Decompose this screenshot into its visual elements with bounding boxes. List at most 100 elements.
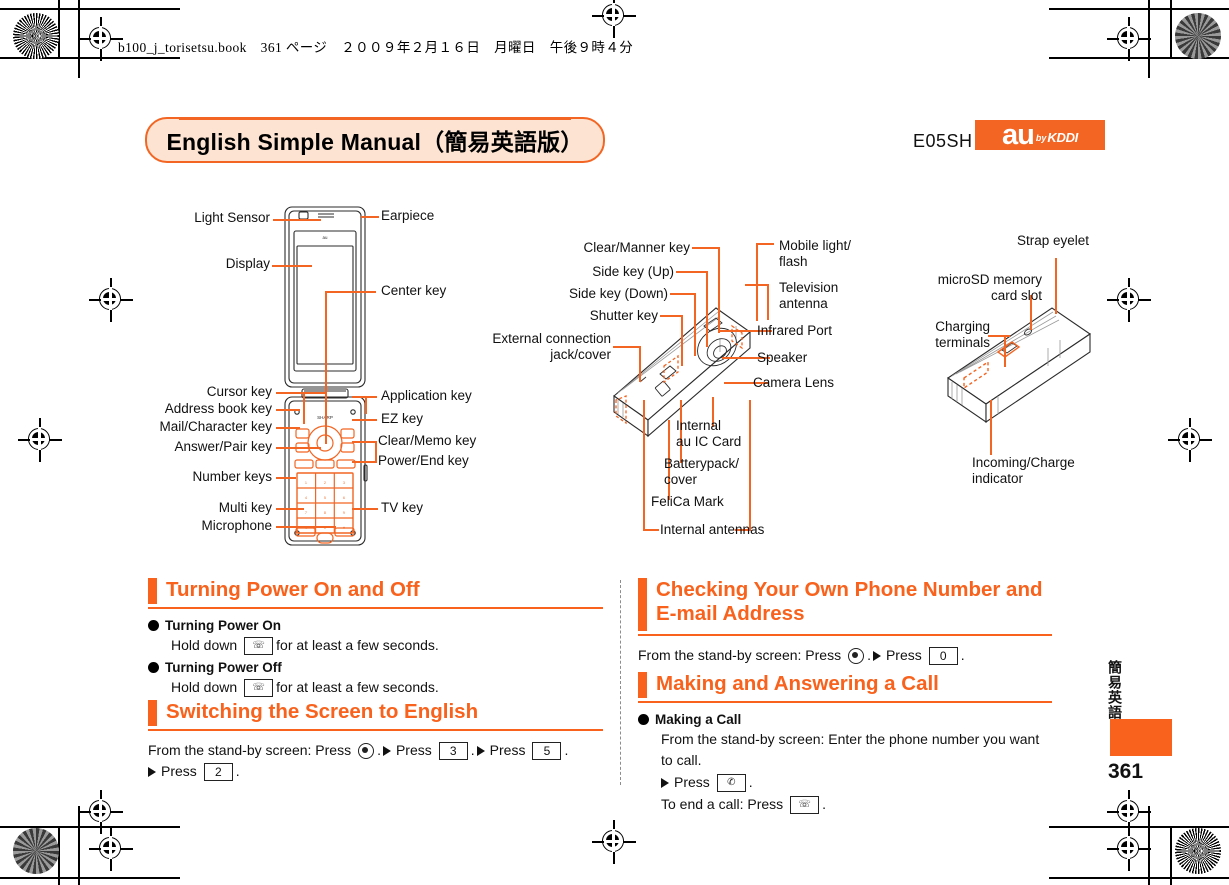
step-arrow-icon <box>661 777 669 788</box>
section-making-call: Making and Answering a Call Making a Cal… <box>638 672 1052 815</box>
bullet-making-a-call: Making a Call <box>638 712 1052 727</box>
starburst-mark <box>13 13 59 59</box>
leader-line <box>767 284 769 320</box>
center-key-icon <box>358 742 375 759</box>
instruction-text: Hold down <box>171 636 238 653</box>
press-label: Press <box>489 741 526 758</box>
leader-line <box>990 400 992 455</box>
leader-line <box>1055 258 1057 314</box>
label-internal-antennas: Internal antennas <box>660 522 765 537</box>
label-shutter-key: Shutter key <box>589 308 658 323</box>
registration-mark <box>1107 827 1151 871</box>
section-heading-row: Checking Your Own Phone Number and E-mai… <box>638 578 1052 631</box>
leader-line <box>352 419 377 421</box>
leader-line <box>718 247 720 333</box>
section-heading-check-number: Checking Your Own Phone Number and E-mai… <box>656 578 1043 626</box>
instruction-text: for at least a few seconds. <box>276 679 439 696</box>
center-key-icon <box>848 647 865 664</box>
leader-line <box>272 265 312 267</box>
registration-mark <box>1107 278 1151 322</box>
label-address-book-key: Address book key <box>164 401 272 416</box>
number-key-2-icon: 2 <box>203 763 233 782</box>
heading-rule <box>148 729 603 731</box>
registration-mark <box>592 820 636 864</box>
label-power-end-key: Power/End key <box>378 453 469 468</box>
making-call-line3: To end a call: Press ☏. <box>661 794 1052 816</box>
heading-rule <box>638 634 1052 636</box>
heading-bar <box>148 700 157 726</box>
leader-line <box>639 346 641 382</box>
registration-mark <box>1107 17 1151 61</box>
au-kddi-logo: au by KDDI <box>975 120 1105 150</box>
page-number: 361 <box>1108 760 1144 783</box>
leader-line <box>352 508 378 510</box>
number-key-0-icon: 0 <box>928 646 958 665</box>
label-charging-terminals: Charging terminals <box>935 319 990 350</box>
leader-line <box>1004 336 1006 367</box>
label-light-sensor: Light Sensor <box>194 210 270 225</box>
leader-line <box>756 243 758 321</box>
model-code: E05SH <box>913 131 973 151</box>
leader-line <box>276 392 325 394</box>
making-call-line1: From the stand-by screen: Enter the phon… <box>661 730 1040 769</box>
label-clear-memo-key: Clear/Memo key <box>378 433 477 448</box>
crop-mark <box>0 877 180 879</box>
svg-text:4: 4 <box>305 496 307 500</box>
registration-mark <box>592 0 636 38</box>
leader-line <box>676 271 708 273</box>
au-logo-by: by <box>1035 133 1047 143</box>
label-side-key-up: Side key (Up) <box>592 264 674 279</box>
heading-bar <box>148 578 157 604</box>
bullet-turning-power-on: Turning Power On <box>148 618 603 633</box>
label-infrared-port: Infrared Port <box>757 323 833 338</box>
label-microsd-slot: microSD memory card slot <box>937 272 1042 303</box>
label-side-key-down: Side key (Down) <box>568 286 668 301</box>
section-switching-english: Switching the Screen to English From the… <box>148 700 603 783</box>
instruction-text: From the stand-by screen: Press <box>148 741 352 758</box>
svg-text:8: 8 <box>324 511 326 515</box>
page-title: English Simple Manual（簡易英語版） <box>166 128 584 155</box>
leader-line <box>660 315 683 317</box>
svg-text:7: 7 <box>305 511 307 515</box>
leader-line <box>692 247 720 249</box>
leader-line <box>276 508 304 510</box>
bullet-label: Turning Power On <box>165 617 281 633</box>
label-application-key: Application key <box>381 388 472 403</box>
section-heading-making-call: Making and Answering a Call <box>656 672 939 695</box>
leader-line <box>613 346 641 348</box>
number-key-3-icon: 3 <box>438 741 468 760</box>
leader-line <box>670 293 696 295</box>
leader-line <box>694 293 696 356</box>
instruction-text: for at least a few seconds. <box>276 636 439 653</box>
label-earpiece: Earpiece <box>381 208 435 223</box>
switch-english-instruction-line2: Press 2. <box>148 761 603 783</box>
leader-line <box>681 315 683 366</box>
label-tv-key: TV key <box>381 500 424 515</box>
leader-line <box>745 284 769 286</box>
label-ez-key: EZ key <box>381 411 424 426</box>
leader-line <box>352 461 377 463</box>
crop-mark <box>0 8 180 10</box>
bullet-turning-power-off: Turning Power Off <box>148 660 603 675</box>
leader-line <box>361 216 379 218</box>
crop-mark <box>1170 0 1172 58</box>
svg-text:au: au <box>323 235 328 240</box>
press-label: Press <box>395 741 432 758</box>
leader-line <box>352 441 377 443</box>
vertical-chapter-tab: 簡易英語 <box>1107 660 1123 720</box>
switch-english-instruction: From the stand-by screen: Press . Press … <box>148 740 603 762</box>
svg-text:5: 5 <box>324 496 326 500</box>
label-camera-lens: Camera Lens <box>753 375 835 390</box>
power-end-key-icon: ☏ <box>244 679 274 698</box>
section-turning-power: Turning Power On and Off Turning Power O… <box>148 578 603 699</box>
label-felica-mark: FeliCa Mark <box>651 494 724 509</box>
leader-line <box>706 271 708 347</box>
label-mobile-light-flash: Mobile light/ flash <box>779 238 852 269</box>
kddi-logo-text: KDDI <box>1047 130 1078 145</box>
label-television-antenna: Television antenna <box>779 280 839 311</box>
leader-line <box>643 400 645 530</box>
power-off-instruction: Hold down ☏ for at least a few seconds. <box>171 677 603 699</box>
label-cursor-key: Cursor key <box>206 384 272 399</box>
svg-text:1: 1 <box>305 481 307 485</box>
heading-bar <box>638 578 647 631</box>
